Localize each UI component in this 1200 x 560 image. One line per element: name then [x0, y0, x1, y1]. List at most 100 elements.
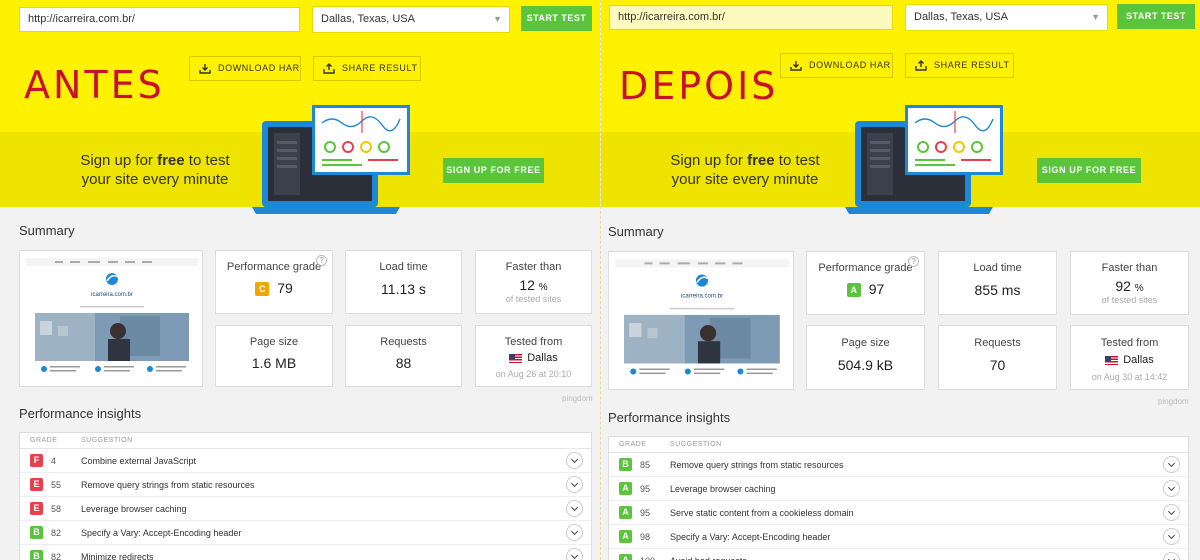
table-row[interactable]: F 4 Combine external JavaScript — [20, 449, 591, 473]
faster-than-value-wrap: 92 % — [1071, 278, 1188, 294]
url-input[interactable]: http://icarreira.com.br/ — [609, 5, 893, 30]
site-screenshot: icarreira.com.br — [608, 251, 794, 390]
faster-than-sub: of tested sites — [505, 294, 562, 304]
col-suggestion: SUGGESTION — [670, 441, 722, 448]
sign-up-button[interactable]: SIGN UP FOR FREE — [443, 158, 544, 183]
table-row[interactable]: B 82 Minimize redirects — [20, 545, 591, 560]
download-har-button[interactable]: DOWNLOAD HAR — [189, 56, 301, 81]
row-score: 82 — [51, 528, 62, 538]
insights-rows: F 4 Combine external JavaScript E 55 Remove q… — [20, 449, 591, 560]
table-row[interactable]: B 82 Specify a Vary: Accept-Encoding heade… — [20, 521, 591, 545]
grade-badge: E — [30, 478, 43, 491]
insights-table-header: GRADE SUGGESTION — [20, 433, 591, 449]
promo-text: Sign up for free to test your site every… — [70, 151, 240, 189]
url-input[interactable]: http://icarreira.com.br/ — [19, 7, 300, 32]
chevron-down-icon[interactable] — [566, 548, 583, 560]
chevron-down-icon[interactable] — [566, 452, 583, 469]
table-row[interactable]: A 95 Serve static content from a cookieles… — [609, 501, 1188, 525]
promo-text-line2: your site every minute — [671, 171, 819, 188]
row-suggestion: Specify a Vary: Accept-Encoding header — [670, 532, 831, 542]
faster-than-value: 12 — [519, 277, 535, 293]
tested-from-city: Dallas — [1123, 354, 1154, 366]
insights-table: GRADE SUGGESTION B 85 Remove query strings… — [608, 436, 1189, 560]
help-icon[interactable]: ? — [316, 255, 327, 266]
before-panel: http://icarreira.com.br/ Dallas, Texas, … — [0, 0, 600, 560]
grade-badge: B — [619, 458, 632, 471]
table-row[interactable]: A 100 Avoid bad requests — [609, 549, 1188, 560]
faster-than-label: Faster than — [505, 261, 562, 273]
location-value: Dallas, Texas, USA — [321, 13, 415, 25]
grade-badge: B — [30, 550, 43, 560]
grade-badge: C — [255, 282, 270, 297]
tested-from-label: Tested from — [1100, 337, 1159, 349]
location-select[interactable]: Dallas, Texas, USA ▼ — [312, 6, 510, 33]
tested-from-label: Tested from — [504, 336, 563, 348]
table-row[interactable]: E 58 Leverage browser caching — [20, 497, 591, 521]
summary-title: Summary — [19, 223, 75, 238]
tested-from-city-wrap: Dallas — [1071, 354, 1188, 366]
row-suggestion: Leverage browser caching — [81, 504, 187, 514]
table-row[interactable]: B 85 Remove query strings from static reso… — [609, 453, 1188, 477]
tested-from-date: on Aug 26 at 20:10 — [495, 369, 572, 379]
performance-grade-card: Performance grade ? C 79 — [215, 250, 333, 314]
table-row[interactable]: A 95 Leverage browser caching — [609, 477, 1188, 501]
chevron-down-icon[interactable] — [1163, 528, 1180, 545]
help-icon[interactable]: ? — [908, 256, 919, 267]
row-score: 55 — [51, 480, 62, 490]
site-thumbnail-drawing: icarreira.com.br — [615, 259, 789, 375]
promo-text-a: Sign up for — [80, 152, 158, 169]
chevron-down-icon[interactable] — [1163, 552, 1180, 560]
performance-grade-value: 97 — [868, 281, 885, 297]
faster-than-unit: % — [538, 282, 548, 293]
share-result-button[interactable]: SHARE RESULT — [905, 53, 1014, 78]
chevron-down-icon[interactable] — [1163, 504, 1180, 521]
performance-grade-value-wrap: C 79 — [216, 280, 332, 297]
share-result-label: SHARE RESULT — [934, 60, 1010, 70]
start-test-button[interactable]: START TEST — [1117, 4, 1195, 29]
requests-label: Requests — [380, 336, 427, 348]
pingdom-watermark: pingdom — [1158, 397, 1189, 406]
grade-badge: A — [619, 482, 632, 495]
start-test-button[interactable]: START TEST — [521, 6, 592, 31]
promo-text-line2: your site every minute — [81, 171, 229, 188]
performance-grade-label: Performance grade — [226, 261, 322, 273]
load-time-card: Load time 11.13 s — [345, 250, 462, 314]
row-score: 4 — [51, 456, 57, 466]
table-row[interactable]: A 98 Specify a Vary: Accept-Encoding heade… — [609, 525, 1188, 549]
download-har-label: DOWNLOAD HAR — [809, 60, 891, 70]
us-flag-icon — [1105, 355, 1119, 365]
row-suggestion: Remove query strings from static resourc… — [81, 480, 255, 490]
requests-value: 88 — [395, 355, 412, 371]
load-time-value: 855 ms — [974, 282, 1021, 298]
insights-title: Performance insights — [19, 406, 142, 421]
download-har-label: DOWNLOAD HAR — [218, 63, 300, 73]
chevron-down-icon[interactable] — [1163, 480, 1180, 497]
location-select[interactable]: Dallas, Texas, USA ▼ — [905, 4, 1108, 31]
col-grade: GRADE — [619, 441, 647, 448]
load-time-card: Load time 855 ms — [938, 251, 1057, 315]
insights-rows: B 85 Remove query strings from static reso… — [609, 453, 1188, 560]
performance-grade-label: Performance grade — [818, 262, 913, 274]
row-suggestion: Leverage browser caching — [670, 484, 776, 494]
laptop-illustration — [845, 105, 1003, 214]
chevron-down-icon[interactable] — [566, 476, 583, 493]
row-score: 95 — [640, 484, 651, 494]
row-suggestion: Serve static content from a cookieless d… — [670, 508, 854, 518]
download-har-button[interactable]: DOWNLOAD HAR — [780, 53, 893, 78]
page-size-value: 504.9 kB — [837, 357, 894, 373]
chevron-down-icon[interactable] — [566, 500, 583, 517]
chevron-down-icon[interactable] — [1163, 456, 1180, 473]
chevron-down-icon[interactable] — [566, 524, 583, 541]
share-result-button[interactable]: SHARE RESULT — [313, 56, 421, 81]
insights-table-header: GRADE SUGGESTION — [609, 437, 1188, 453]
download-icon — [199, 64, 211, 74]
table-row[interactable]: E 55 Remove query strings from static reso… — [20, 473, 591, 497]
row-suggestion: Combine external JavaScript — [81, 456, 197, 466]
page-size-card: Page size 1.6 MB — [215, 325, 333, 387]
promo-text-free: free — [157, 152, 185, 169]
pingdom-watermark: pingdom — [562, 394, 593, 403]
sign-up-button[interactable]: SIGN UP FOR FREE — [1037, 158, 1141, 183]
share-icon — [323, 63, 335, 74]
grade-badge: A — [619, 554, 632, 560]
row-score: 100 — [640, 556, 655, 560]
